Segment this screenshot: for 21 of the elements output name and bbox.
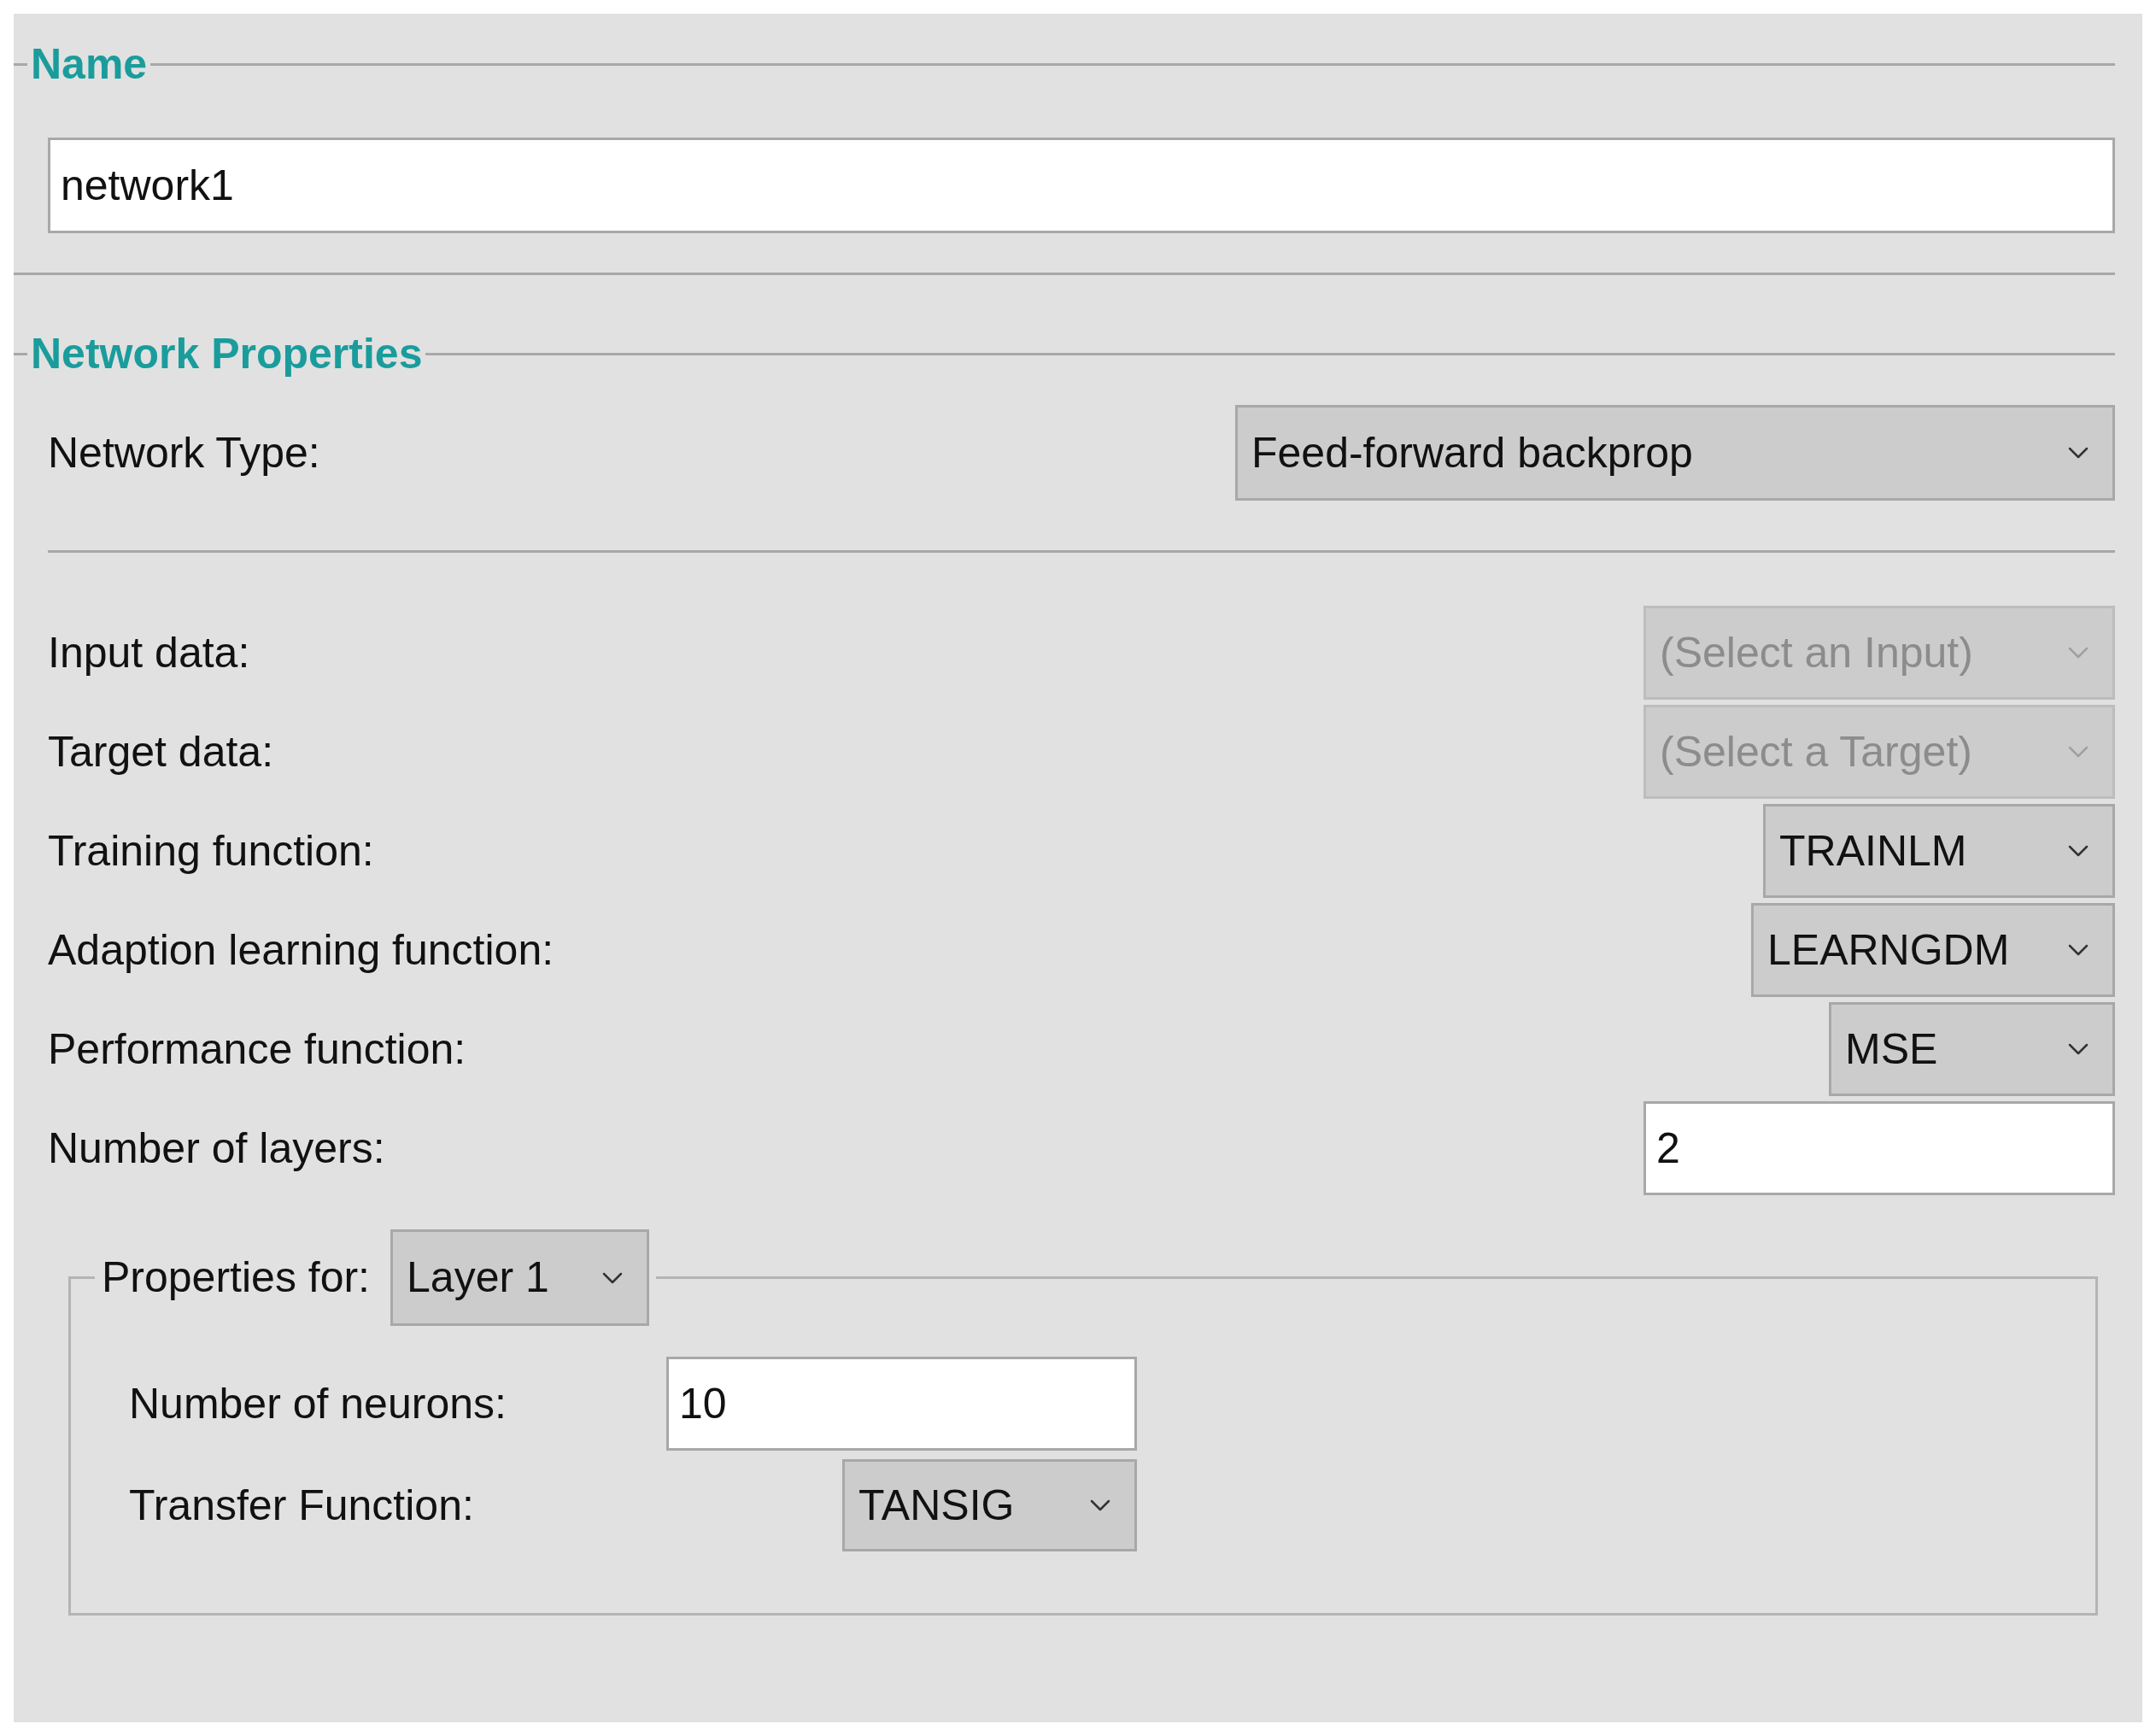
field-label: Performance function: [48,1023,466,1075]
field-label: Input data: [48,627,250,678]
field-label: Number of neurons: [129,1378,507,1429]
field-label: Training function: [48,825,374,877]
field-label: Number of layers: [48,1123,385,1174]
field-label: Adaption learning function: [48,924,554,976]
input-field[interactable]: 10 [666,1357,1137,1451]
dropdown[interactable]: TANSIG [842,1459,1137,1551]
field-label: Network Type: [48,427,320,478]
dropdown[interactable]: Feed-forward backprop [1235,405,2115,501]
group-label: Properties for: [101,1252,371,1303]
dropdown[interactable]: Layer 1 [390,1229,649,1326]
field-label: Target data: [48,726,274,777]
field-label: Transfer Function: [129,1480,474,1531]
section-heading: Name [30,39,149,90]
dropdown[interactable]: TRAINLM [1763,804,2115,898]
input-field[interactable]: network1 [48,138,2115,233]
section-heading: Network Properties [30,329,424,379]
input-field[interactable]: 2 [1643,1101,2115,1195]
dropdown[interactable]: MSE [1829,1002,2115,1096]
dropdown[interactable]: LEARNGDM [1751,903,2115,997]
